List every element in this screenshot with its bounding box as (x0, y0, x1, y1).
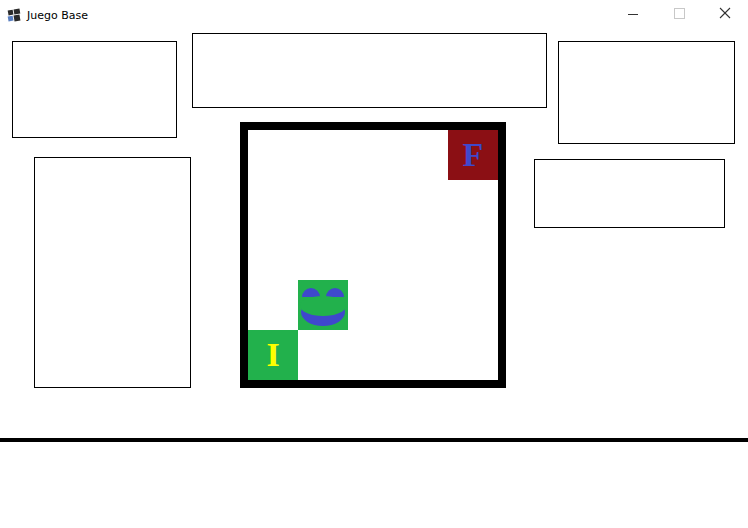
side-panel (34, 157, 191, 388)
board-cell[interactable] (398, 280, 448, 330)
info-panel (534, 159, 725, 228)
board-cell[interactable] (448, 180, 498, 230)
board-cell[interactable] (398, 330, 448, 380)
board-cell[interactable] (398, 230, 448, 280)
window-title: Juego Base (27, 9, 610, 22)
board-cell[interactable] (248, 280, 298, 330)
game-canvas: IF (0, 30, 748, 528)
board-cell[interactable] (248, 230, 298, 280)
board-cell[interactable] (248, 180, 298, 230)
app-icon (7, 8, 21, 22)
board-cell[interactable] (298, 230, 348, 280)
board-cell[interactable] (398, 130, 448, 180)
board-cell[interactable] (298, 180, 348, 230)
board-cell[interactable] (348, 230, 398, 280)
info-panel (12, 41, 177, 138)
board-cell[interactable] (298, 130, 348, 180)
board-cell[interactable] (298, 330, 348, 380)
board-cell[interactable] (348, 330, 398, 380)
header-panel (192, 33, 547, 108)
minimize-icon[interactable] (610, 0, 656, 30)
title-bar: Juego Base (0, 0, 748, 30)
board-cell[interactable] (398, 180, 448, 230)
game-board: IF (240, 122, 506, 388)
board-cell[interactable] (348, 280, 398, 330)
board-cell[interactable] (348, 180, 398, 230)
board-cell[interactable] (448, 330, 498, 380)
board-cell[interactable] (348, 130, 398, 180)
frog-icon[interactable] (298, 280, 348, 330)
start-tile: I (248, 330, 298, 380)
board-cell[interactable] (448, 230, 498, 280)
info-panel (558, 41, 735, 144)
maximize-icon[interactable] (656, 0, 702, 30)
board-cell[interactable] (248, 130, 298, 180)
ground-line (0, 438, 748, 442)
close-icon[interactable] (702, 0, 748, 30)
goal-tile: F (448, 130, 498, 180)
board-cell[interactable] (448, 280, 498, 330)
game-window: Juego BaseIF (0, 0, 748, 528)
